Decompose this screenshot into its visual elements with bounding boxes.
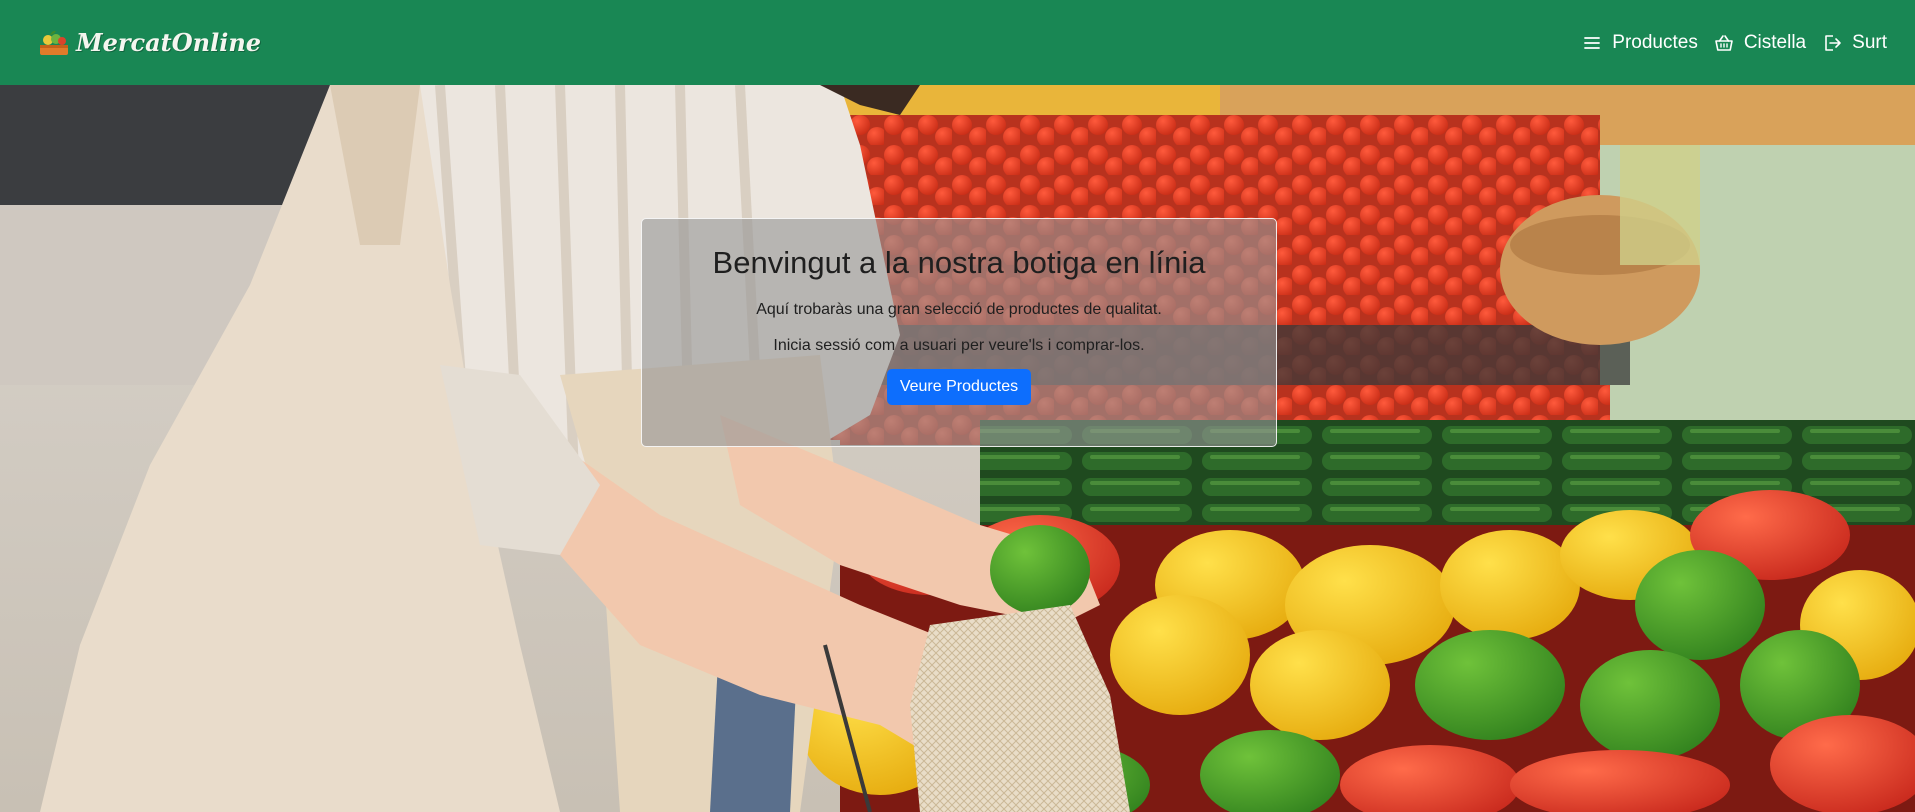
brand-link[interactable]: MercatOnline	[38, 28, 261, 57]
hero-section: Benvingut a la nostra botiga en línia Aq…	[0, 85, 1915, 812]
nav-cistella-link[interactable]: Cistella	[1714, 32, 1806, 54]
basket-logo-icon	[40, 30, 68, 55]
nav-surt-label: Surt	[1852, 31, 1887, 53]
brand-name: MercatOnline	[76, 28, 262, 57]
top-navbar: MercatOnline Productes Cistella Surt	[0, 0, 1915, 85]
nav-productes-link[interactable]: Productes	[1582, 32, 1698, 54]
nav-links: Productes Cistella Surt	[1582, 32, 1887, 54]
hero-background-photo	[0, 85, 1915, 812]
nav-cistella-label: Cistella	[1743, 31, 1807, 53]
nav-productes-label: Productes	[1612, 31, 1698, 53]
welcome-card: Benvingut a la nostra botiga en línia Aq…	[641, 218, 1277, 447]
login-hint: Inicia sessió com a usuari per veure'ls …	[773, 337, 1145, 354]
list-icon	[1584, 36, 1601, 49]
view-products-button[interactable]: Veure Productes	[886, 369, 1032, 405]
basket-icon	[1715, 34, 1733, 51]
logout-icon	[1825, 34, 1841, 51]
nav-surt-link[interactable]: Surt	[1822, 32, 1887, 54]
welcome-title: Benvingut a la nostra botiga en línia	[712, 245, 1206, 280]
welcome-description: Aquí trobaràs una gran selecció de produ…	[756, 301, 1162, 318]
